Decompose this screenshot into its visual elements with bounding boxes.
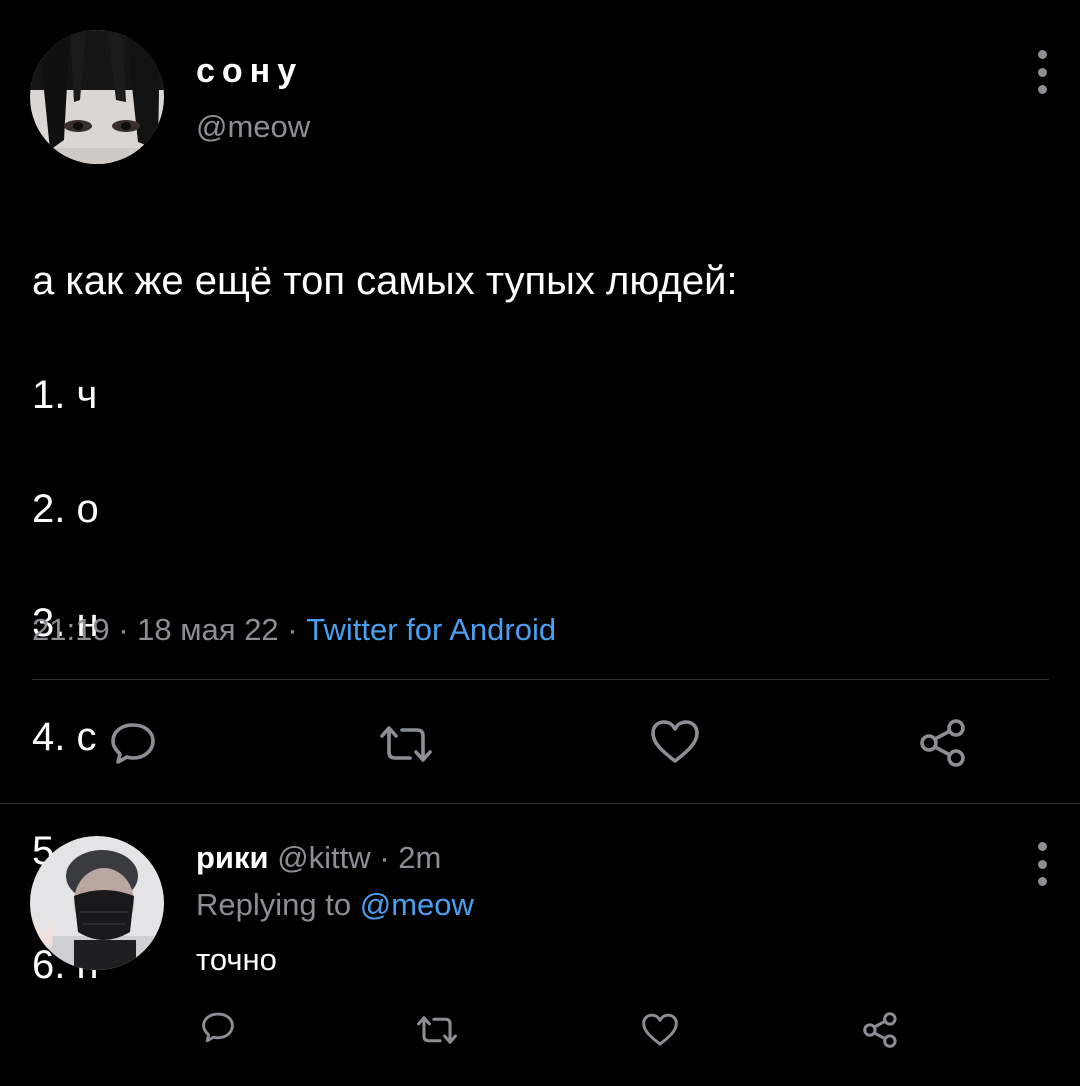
tweet-time: 21:19 [32, 612, 110, 647]
comment-icon [202, 1012, 234, 1043]
heart-icon [642, 1013, 678, 1046]
retweet-button[interactable] [376, 722, 436, 766]
avatar[interactable] [30, 836, 164, 970]
tweet-text-line: 6. н [32, 943, 99, 987]
reply-author-handle[interactable]: @kittw [277, 840, 370, 875]
more-options-icon[interactable] [1030, 842, 1054, 886]
share-icon [863, 1012, 897, 1048]
tweet-text-line: 5. о [32, 823, 1042, 880]
tweet-meta: 21:19 · 18 мая 22 · Twitter for Android [32, 612, 556, 648]
reply-button[interactable] [200, 1010, 236, 1044]
meta-separator: · [109, 612, 138, 647]
share-button[interactable] [916, 716, 972, 770]
share-icon [920, 719, 965, 767]
tweet-text-line: 1. ч [32, 373, 98, 417]
like-button[interactable] [648, 718, 702, 766]
replying-to-mention[interactable]: @meow [360, 887, 474, 922]
reply-text: точно [196, 942, 277, 977]
share-button[interactable] [860, 1010, 902, 1050]
author-display-name[interactable]: сону [196, 52, 303, 91]
tweet-text-line: а как же ещё топ самых тупых людей: [32, 259, 738, 303]
tweet-detail-screen: сону @meow а как же ещё топ самых тупых … [0, 0, 1080, 1086]
reply-time: 2m [398, 840, 442, 875]
meta-separator: · [278, 612, 307, 647]
like-button[interactable] [640, 1012, 680, 1048]
author-handle[interactable]: @meow [196, 109, 310, 145]
tweet-text-line: 4. с [32, 715, 97, 759]
avatar-photo [30, 836, 164, 970]
tweet-date: 18 мая 22 [137, 612, 279, 647]
replying-to: Replying to @meow [196, 887, 474, 923]
avatar[interactable] [30, 30, 164, 164]
reply-author-display-name[interactable]: рики [196, 840, 269, 875]
main-tweet: сону @meow а как же ещё топ самых тупых … [0, 0, 1080, 987]
divider [32, 679, 1049, 680]
heart-icon [651, 720, 699, 763]
replying-to-label: Replying to [196, 887, 360, 922]
avatar-photo [30, 30, 164, 164]
comment-icon [111, 723, 155, 764]
meta-separator: · [370, 840, 399, 875]
retweet-button[interactable] [414, 1013, 460, 1047]
tweet-text-line: 2. о [32, 487, 99, 531]
retweet-icon [380, 726, 432, 762]
more-options-icon[interactable] [1030, 50, 1054, 94]
reply-header: рики @kittw · 2m [196, 840, 441, 876]
divider [0, 803, 1080, 804]
retweet-icon [417, 1016, 457, 1044]
tweet-source-link[interactable]: Twitter for Android [306, 612, 556, 647]
reply-button[interactable] [108, 720, 158, 766]
